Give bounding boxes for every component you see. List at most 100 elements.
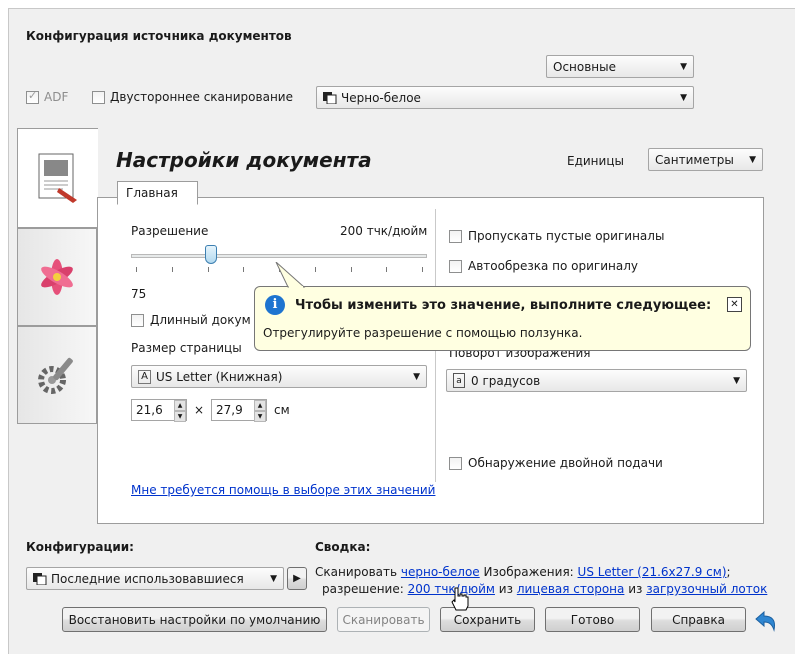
summary-line-1: Сканировать черно-белое Изображения: US … <box>315 565 731 579</box>
tab-image-settings[interactable] <box>17 228 97 326</box>
spinner-buttons[interactable]: ▲ ▼ <box>174 400 186 422</box>
units-value: Сантиметры <box>655 152 734 167</box>
adf-label: ADF <box>44 90 69 104</box>
spinner-buttons[interactable]: ▲ ▼ <box>254 400 266 422</box>
summary-label: Сводка: <box>315 540 371 554</box>
tab-document-settings[interactable] <box>17 128 98 228</box>
main-tab-panel <box>97 197 764 524</box>
summary-from-text: из <box>498 582 513 596</box>
color-mode-select[interactable]: Черно-белое ▼ <box>316 86 694 109</box>
back-arrow-icon[interactable] <box>752 610 778 632</box>
info-icon: i <box>265 295 285 315</box>
resolution-tooltip: i Чтобы изменить это значение, выполните… <box>254 286 751 351</box>
color-mode-value: Черно-белое <box>341 90 421 105</box>
resolution-min-label: 75 <box>131 287 147 301</box>
page-height-spinner[interactable]: 27,9 ▲ ▼ <box>211 399 267 422</box>
autocrop-check-box[interactable] <box>449 259 462 273</box>
flower-icon <box>41 259 73 295</box>
help-button[interactable]: Справка <box>651 607 746 632</box>
chevron-down-icon: ▼ <box>413 371 420 382</box>
tab-device-settings[interactable] <box>17 326 97 424</box>
summary-line-2: разрешение: 200 тчк/дюйм из лицевая стор… <box>322 582 767 596</box>
chevron-down-icon: ▼ <box>733 375 740 386</box>
slider-tick <box>136 267 137 272</box>
slider-tick <box>386 267 388 272</box>
run-configuration-button[interactable]: ▶ <box>287 567 307 590</box>
double-feed-checkbox[interactable]: Обнаружение двойной подачи <box>449 456 663 470</box>
document-settings-icon <box>38 153 77 203</box>
summary-from-text: из <box>628 582 643 596</box>
tooltip-title: Чтобы изменить это значение, выполните с… <box>295 298 712 313</box>
slider-tick <box>171 267 173 272</box>
scan-button[interactable]: Сканировать <box>337 607 430 632</box>
page-height-value: 27,9 <box>216 403 243 417</box>
double-feed-check-box[interactable] <box>449 456 462 470</box>
page-width-spinner[interactable]: 21,6 ▲ ▼ <box>131 399 187 422</box>
skip-blank-check-box[interactable] <box>449 229 462 243</box>
adf-checkbox[interactable]: ADF <box>26 89 69 104</box>
color-mode-link[interactable]: черно-белое <box>401 565 480 579</box>
slider-tick <box>314 267 316 272</box>
page-size-value: US Letter (Книжная) <box>156 369 283 384</box>
document-settings-title: Настройки документа <box>116 148 372 172</box>
duplex-checkbox[interactable]: Двустороннее сканирование <box>92 90 293 104</box>
rotation-select[interactable]: a 0 градусов ▼ <box>446 369 747 392</box>
resolution-value: 200 тчк/дюйм <box>340 224 428 238</box>
configurations-label: Конфигурации: <box>26 540 134 554</box>
summary-scan-text: Сканировать <box>315 565 398 579</box>
configurations-select[interactable]: Последние использовавшиеся ▼ <box>26 567 284 590</box>
chevron-down-icon: ▼ <box>680 92 687 103</box>
tooltip-close-button[interactable]: ✕ <box>727 297 742 312</box>
tab-main[interactable]: Главная <box>117 181 198 205</box>
chevron-down-icon: ▼ <box>680 61 687 72</box>
page-rotation-icon: a <box>453 373 465 388</box>
chevron-down-icon: ▼ <box>749 154 756 165</box>
slider-tick <box>243 267 245 272</box>
slider-tick <box>207 267 209 272</box>
resolution-slider-thumb[interactable] <box>204 245 217 264</box>
page-size-link[interactable]: US Letter (21.6x27.9 см) <box>578 565 727 579</box>
summary-resolution-text: разрешение: <box>322 582 404 596</box>
slider-tick <box>350 267 352 272</box>
page-letter-icon: A <box>138 369 151 384</box>
summary-semicolon: ; <box>726 565 731 579</box>
tray-link[interactable]: загрузочный лоток <box>646 582 767 596</box>
slider-tick <box>422 267 423 272</box>
help-values-link[interactable]: Мне требуется помощь в выборе этих значе… <box>131 483 435 497</box>
page-width-value: 21,6 <box>136 403 163 417</box>
hand-cursor-icon <box>451 587 469 611</box>
double-feed-label: Обнаружение двойной подачи <box>468 456 663 470</box>
wrench-gear-icon <box>38 357 73 394</box>
sidebar-tabs <box>17 128 98 498</box>
duplex-label: Двустороннее сканирование <box>110 90 293 104</box>
long-document-checkbox[interactable]: Длинный докум <box>131 313 251 327</box>
resolution-label: Разрешение <box>131 224 209 238</box>
tooltip-body: Отрегулируйте разрешение с помощью ползу… <box>263 326 583 340</box>
page-size-select[interactable]: A US Letter (Книжная) ▼ <box>131 365 427 388</box>
bw-mode-icon <box>33 572 47 585</box>
autocrop-label: Автообрезка по оригиналу <box>468 259 638 273</box>
resolution-slider-track[interactable] <box>131 254 427 258</box>
chevron-down-icon: ▼ <box>270 573 277 584</box>
units-select[interactable]: Сантиметры ▼ <box>648 148 763 171</box>
side-link[interactable]: лицевая сторона <box>517 582 625 596</box>
rotation-value: 0 градусов <box>471 373 541 388</box>
size-unit: см <box>274 403 290 417</box>
long-document-label: Длинный докум <box>150 313 251 327</box>
times-sign: × <box>194 403 205 417</box>
duplex-check-box[interactable] <box>92 90 105 104</box>
section-title: Конфигурация источника документов <box>26 29 292 43</box>
restore-defaults-button[interactable]: Восстановить настройки по умолчанию <box>62 607 327 632</box>
page-size-label: Размер страницы <box>131 341 242 355</box>
skip-blank-label: Пропускать пустые оригиналы <box>468 229 665 243</box>
mode-select-value: Основные <box>553 59 617 74</box>
configurations-value: Последние использовавшиеся <box>51 571 244 586</box>
done-button[interactable]: Готово <box>545 607 640 632</box>
tooltip-pointer <box>275 262 306 288</box>
autocrop-checkbox[interactable]: Автообрезка по оригиналу <box>449 259 638 273</box>
adf-check-box[interactable] <box>26 89 39 104</box>
mode-select[interactable]: Основные ▼ <box>546 55 694 78</box>
skip-blank-checkbox[interactable]: Пропускать пустые оригиналы <box>449 229 664 243</box>
long-document-check-box[interactable] <box>131 313 144 327</box>
units-label: Единицы <box>567 154 624 168</box>
